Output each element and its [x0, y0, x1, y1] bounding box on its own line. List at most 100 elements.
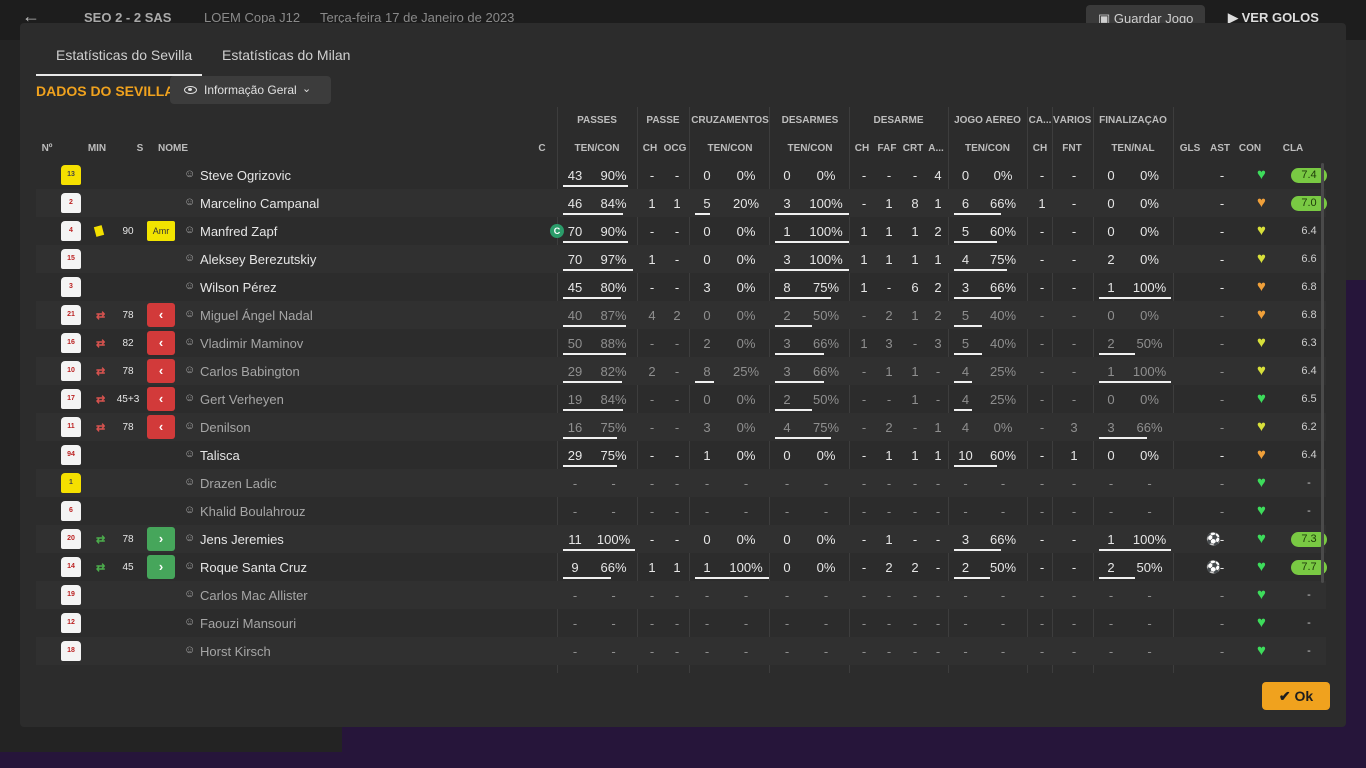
table-row[interactable]: 10 ⇄ 78 ‹ ☺ Carlos Babington 29 82% 2 - 8 25% 3 66% - 1…	[36, 357, 1326, 385]
player-name[interactable]: Denilson	[200, 420, 251, 435]
stat-cell: 1	[885, 532, 893, 547]
table-row[interactable]: 17 ⇄ 45+3 ‹ ☺ Gert Verheyen 19 84% - - 0 0% 2 50% - - 1 -…	[36, 385, 1326, 413]
stat-cell: 0%	[1140, 196, 1159, 211]
column-header[interactable]: FNT	[1053, 143, 1091, 154]
column-header[interactable]: TEN/CON	[558, 143, 636, 154]
column-header[interactable]: S	[132, 143, 148, 154]
table-row[interactable]: 16 ⇄ 82 ‹ ☺ Vladimir Maminov 50 88% - - 2 0% 3 66% 1 3 -…	[36, 329, 1326, 357]
player-name[interactable]: Wilson Pérez	[200, 280, 277, 295]
stat-cell: -	[1219, 532, 1225, 547]
player-name[interactable]: Manfred Zapf	[200, 224, 277, 239]
column-header[interactable]: TEN/CON	[770, 143, 850, 154]
column-header[interactable]: GLS	[1172, 143, 1208, 154]
stat-cell: -	[823, 588, 829, 603]
substitution-arrows-icon: ⇄	[96, 562, 106, 574]
column-header[interactable]: AST	[1208, 143, 1232, 154]
stat-cell: 2	[1107, 252, 1115, 267]
table-row[interactable]: 94 ☺ Talisca 29 75% - -1 0% 0 0% -1 1 1 10 60% -1 0 0% - ♥ 6…	[36, 441, 1326, 469]
column-header[interactable]: A...	[926, 143, 946, 154]
column-header[interactable]: TEN/CON	[690, 143, 770, 154]
column-header[interactable]: CON	[1232, 143, 1268, 154]
table-row[interactable]: 14 ⇄ 45 › ☺ Roque Santa Cruz 9 66% 1 1 1 100% 0 0% - 2 2…	[36, 553, 1327, 581]
column-header[interactable]: CH	[850, 143, 874, 154]
column-header[interactable]: FAF	[874, 143, 900, 154]
subbed-off-icon[interactable]: ‹	[147, 359, 175, 383]
player-name[interactable]: Talisca	[200, 448, 240, 463]
group-header: DESARMES	[781, 115, 839, 126]
stat-cell: 50%	[812, 308, 840, 323]
table-row[interactable]: 3 ☺ Wilson Pérez 45 80% - - 3 0% 8 75% 1 - 6 2 3 66% - - 1 1…	[36, 273, 1326, 301]
kit-number-shirt: 3	[61, 277, 81, 297]
table-row[interactable]: 20 ⇄ 78 › ☺ Jens Jeremies 11 100% - - 0 0% 0 0% - 1 - - 3 6…	[36, 525, 1327, 553]
subbed-off-icon[interactable]: ‹	[147, 387, 175, 411]
player-name[interactable]: Steve Ogrizovic	[200, 168, 291, 183]
player-name[interactable]: Aleksey Berezutskiy	[200, 252, 316, 267]
player-name[interactable]: Horst Kirsch	[200, 644, 271, 659]
subbed-off-icon[interactable]: ‹	[147, 415, 175, 439]
column-header[interactable]: TEN/NAL	[1094, 143, 1172, 154]
player-name[interactable]: Marcelino Campanal	[200, 196, 319, 211]
player-name[interactable]: Carlos Mac Allister	[200, 588, 308, 603]
view-filter-dropdown[interactable]: Informação Geral ⌄	[170, 76, 331, 104]
stat-cell: 66%	[1136, 420, 1163, 435]
column-header[interactable]: NOME	[158, 143, 218, 154]
kit-number-shirt: 20	[61, 529, 81, 549]
subbed-off-icon[interactable]: ‹	[147, 331, 175, 355]
column-header[interactable]: CH	[638, 143, 662, 154]
table-row[interactable]: 11 ⇄ 78 ‹ ☺ Denilson 16 75% - - 3 0% 4 75% - 2 - 1 4 0% - 3 3 6…	[36, 413, 1326, 441]
player-name[interactable]: Jens Jeremies	[200, 532, 284, 547]
stat-cell: -	[861, 476, 867, 491]
stat-bar	[775, 297, 831, 299]
subbed-off-icon[interactable]: ‹	[147, 303, 175, 327]
column-header[interactable]: TEN/CON	[949, 143, 1026, 154]
table-row[interactable]: 21 ⇄ 78 ‹ ☺ Miguel Ángel Nadal 40 87% 4 2 0 0% 2 50% -…	[36, 301, 1326, 329]
table-row[interactable]: 19 ☺ Carlos Mac Allister - - - - - - - - - - - - - - - - - -…	[36, 581, 1326, 609]
table-row[interactable]: 2 ☺ Marcelino Campanal 46 84% 1 1 5 20% 3 100% -1 8 1…	[36, 189, 1327, 217]
player-name[interactable]: Faouzi Mansouri	[200, 616, 296, 631]
stat-cell: -	[704, 476, 710, 491]
stat-cell: 0%	[1140, 392, 1159, 407]
table-row[interactable]: 6 ☺ Khalid Boulahrouz - - - - - - - - - - - - - - - - - - - ♥ -	[36, 497, 1326, 525]
table-row[interactable]: 12 ☺ Faouzi Mansouri - - - - - - - - - - - - - - - - - - - ♥ -	[36, 609, 1326, 637]
player-name[interactable]: Vladimir Maminov	[200, 336, 303, 351]
column-header[interactable]: Nº	[36, 143, 58, 154]
stat-cell: -	[886, 280, 892, 295]
stat-bar	[954, 297, 1001, 299]
stat-cell: 0	[1107, 196, 1115, 211]
player-name[interactable]: Khalid Boulahrouz	[200, 504, 306, 519]
column-header[interactable]: CLA	[1275, 143, 1311, 154]
stat-cell: -	[886, 168, 892, 183]
stat-cell: 4	[648, 308, 656, 323]
player-name[interactable]: Roque Santa Cruz	[200, 560, 307, 575]
subbed-on-icon[interactable]: ›	[147, 555, 175, 579]
stat-cell: -	[861, 504, 867, 519]
subbed-on-icon[interactable]: ›	[147, 527, 175, 551]
ok-button[interactable]: ✔ Ok	[1262, 682, 1330, 710]
table-row[interactable]: 15 ☺ Aleksey Berezutskiy 70 97% 1-0 0% 3 100% 1 1 1…	[36, 245, 1326, 273]
stat-cell: -	[1219, 504, 1225, 519]
tab-sevilla-stats[interactable]: Estatísticas do Sevilla	[56, 47, 192, 63]
stat-cell: 0	[1107, 308, 1115, 323]
stat-cell: -	[1219, 616, 1225, 631]
stat-cell: -	[1000, 616, 1006, 631]
column-header[interactable]: C	[534, 143, 550, 154]
table-row[interactable]: 13 ☺ Steve Ogrizovic 43 90% - - 0 0% 0 0% - - - 4 0 0% - -…	[36, 161, 1327, 189]
tab-milan-stats[interactable]: Estatísticas do Milan	[222, 47, 350, 63]
table-row[interactable]: 4 90 Amr ☺ Manfred Zapf C 70 90% - -0 0% 1 100% 1 1 1 2 5…	[36, 217, 1326, 245]
column-header[interactable]: MIN	[80, 143, 114, 154]
table-scrollbar[interactable]	[1321, 163, 1324, 583]
column-header[interactable]: CRT	[900, 143, 926, 154]
player-name[interactable]: Miguel Ángel Nadal	[200, 308, 313, 323]
stat-cell: 0	[783, 560, 791, 575]
column-header[interactable]: OCG	[662, 143, 688, 154]
player-name[interactable]: Gert Verheyen	[200, 392, 284, 407]
stat-cell: -	[1219, 588, 1225, 603]
player-name[interactable]: Carlos Babington	[200, 364, 300, 379]
table-row[interactable]: 18 ☺ Horst Kirsch - - - - - - - - - - - - - - - - - - - ♥ -	[36, 637, 1326, 665]
stat-cell: -	[886, 476, 892, 491]
stat-cell: 8	[703, 364, 711, 379]
table-row[interactable]: 1 ☺ Drazen Ladic - - - - - - - - - - - - - - - - - - - ♥ -	[36, 469, 1326, 497]
player-name[interactable]: Drazen Ladic	[200, 476, 277, 491]
stat-cell: -	[743, 504, 749, 519]
column-header[interactable]: CH	[1028, 143, 1052, 154]
